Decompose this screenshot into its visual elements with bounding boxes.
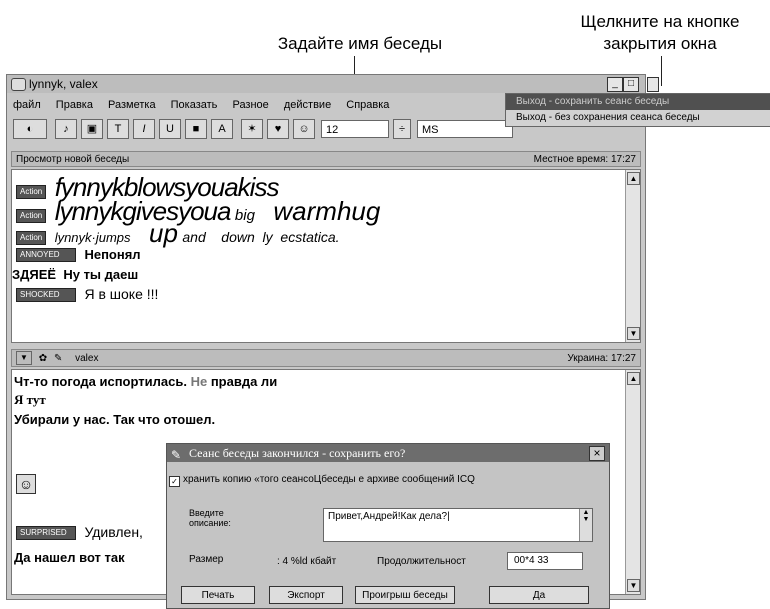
input-line-1: Чт-то погода испортилась. Не правда ли xyxy=(14,374,278,389)
message-annoyed: ANNOYED Непонял xyxy=(16,246,141,264)
scroll-down-arrow-icon[interactable]: ▼ xyxy=(627,327,640,340)
input-line-5: Да нашел вот так xyxy=(14,550,125,565)
pen-icon[interactable]: ✎ xyxy=(54,353,62,364)
message-text-small: and down ly ecstatica. xyxy=(182,229,340,245)
close-menu: Выход - сохранить сеанс беседы Выход - б… xyxy=(505,93,770,127)
save-session-dialog: ✎ Сеанс беседы закончился - сохранить ег… xyxy=(166,443,610,609)
callout-set-name: Задайте имя беседы xyxy=(277,34,443,53)
archive-checkbox[interactable]: ✓ xyxy=(169,476,180,487)
minimize-button[interactable]: _ xyxy=(607,77,623,92)
wink-icon[interactable]: ✶ xyxy=(241,119,263,139)
title-bar: lynnyk, valex _ □ xyxy=(7,75,645,93)
menu-file[interactable]: файл xyxy=(13,99,41,111)
dialog-title-bar: ✎ Сеанс беседы закончился - сохранить ег… xyxy=(167,444,609,462)
description-label: Введите описание: xyxy=(189,508,231,528)
shocked-badge: SHOCKED xyxy=(16,287,76,302)
input-line-2: Я тут xyxy=(14,392,46,407)
remote-user: valex xyxy=(75,353,99,364)
exit-nosave-item[interactable]: Выход - без сохранения сеанса беседы xyxy=(506,110,770,126)
font-size-select[interactable]: 12 xyxy=(321,120,389,138)
size-value: : 4 %ld кбайт xyxy=(277,556,337,567)
size-label: Размер xyxy=(189,554,224,565)
archive-checkbox-label: хранить копию «того сеансоЦбеседы е архи… xyxy=(183,474,475,485)
message-shocked: SHOCKED Я в шоке !!! xyxy=(16,286,158,304)
message-text: Непонял xyxy=(84,247,141,262)
annoyed-badge: ANNOYED xyxy=(16,247,76,262)
restore-button[interactable]: □ xyxy=(623,77,639,92)
export-button[interactable]: Экспорт xyxy=(269,586,343,604)
image-icon[interactable]: ▣ xyxy=(81,119,103,139)
menu-markup[interactable]: Разметка xyxy=(108,99,156,111)
app-icon xyxy=(11,78,26,91)
font-icon[interactable]: A xyxy=(211,119,233,139)
smiley-icon: ☺ xyxy=(16,474,36,494)
window-title: lynnyk, valex xyxy=(29,77,98,91)
gray-text: Не xyxy=(190,374,208,389)
yes-button[interactable]: Да xyxy=(489,586,589,604)
dialog-icon: ✎ xyxy=(171,448,182,462)
scroll-down-arrow-icon[interactable]: ▼ xyxy=(627,579,640,592)
input-surprised: SURPRISED Удивлен, xyxy=(16,524,143,542)
surprised-badge: SURPRISED xyxy=(16,525,76,540)
menu-view[interactable]: Показать xyxy=(171,99,218,111)
underline-icon[interactable]: U xyxy=(159,119,181,139)
menu-edit[interactable]: Правка xyxy=(56,99,93,111)
callout-line-close xyxy=(661,56,662,86)
message-plain: ЗДЯЕЁ Ну ты даеш xyxy=(12,266,138,284)
top-pane-title: Просмотр новой беседы xyxy=(16,154,130,165)
top-pane-header: Просмотр новой беседы Местное время: 17:… xyxy=(11,151,641,167)
size-stepper[interactable]: ÷ xyxy=(393,119,411,139)
sound-icon[interactable]: ♪ xyxy=(55,119,77,139)
bottom-pane-header: ▼ ✿ ✎ valex Украина: 17:27 xyxy=(11,349,641,367)
chat-mode-icon[interactable]: ◐ xyxy=(13,119,47,139)
smiley-icon[interactable]: ☺ xyxy=(293,119,315,139)
menu-action[interactable]: действие xyxy=(284,99,331,111)
local-time: Местное время: 17:27 xyxy=(533,154,636,165)
dialog-close-button[interactable]: × xyxy=(589,446,605,461)
desc-scroll-icon[interactable]: ▲ ▼ xyxy=(579,509,592,541)
input-scrollbar[interactable]: ▲ ▼ xyxy=(625,370,640,594)
replay-button[interactable]: Проигрыш беседы xyxy=(355,586,455,604)
heart-icon[interactable]: ♥ xyxy=(267,119,289,139)
color-icon[interactable]: ■ xyxy=(185,119,207,139)
remote-time: Украина: 17:27 xyxy=(567,353,636,364)
close-button[interactable] xyxy=(647,77,659,92)
message-text-large: up xyxy=(149,218,178,248)
dialog-title: Сеанс беседы закончился - сохранить его? xyxy=(189,446,406,460)
text-icon[interactable]: T xyxy=(107,119,129,139)
emote-icon[interactable]: ✿ xyxy=(39,353,47,364)
duration-label: Продолжительност xyxy=(377,556,466,567)
message-text: Я в шоке !!! xyxy=(84,286,159,302)
top-pane-scrollbar[interactable]: ▲ ▼ xyxy=(625,170,640,342)
input-line-3: Убирали у нас. Так что отошел. xyxy=(14,412,216,427)
menu-help[interactable]: Справка xyxy=(346,99,389,111)
duration-value: 00*4 33 xyxy=(507,552,583,570)
exit-save-item[interactable]: Выход - сохранить сеанс беседы xyxy=(506,94,770,110)
action-badge: Action xyxy=(16,230,47,245)
menu-misc[interactable]: Разное xyxy=(232,99,268,111)
description-input[interactable]: Привет,Андрей!Как дела?| ▲ ▼ xyxy=(323,508,593,542)
message-action-3: Action lynnyk·jumps up and down ly ecsta… xyxy=(16,218,340,249)
message-text: ЗДЯЕЁ Ну ты даеш xyxy=(12,267,139,282)
scroll-up-arrow-icon[interactable]: ▲ xyxy=(627,172,640,185)
conversation-view[interactable]: Action fynnykblowsyouakiss Action lynnyk… xyxy=(11,169,641,343)
print-button[interactable]: Печать xyxy=(181,586,255,604)
italic-icon[interactable]: I xyxy=(133,119,155,139)
callout-close-window: Щелкните на кнопке закрытия окна xyxy=(580,12,740,53)
scroll-up-arrow-icon[interactable]: ▲ xyxy=(627,372,640,385)
font-name-select[interactable]: MS xyxy=(417,120,513,138)
down-arrow-icon[interactable]: ▼ xyxy=(16,351,32,366)
message-text: lynnyk·jumps xyxy=(54,230,131,245)
